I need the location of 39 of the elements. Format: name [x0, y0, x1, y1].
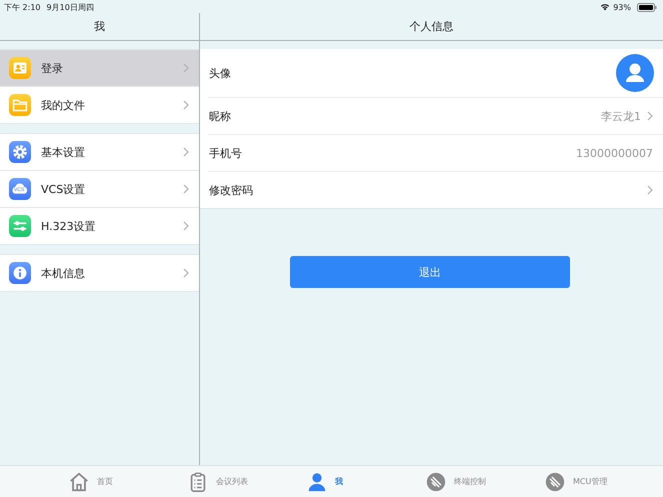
- status-date: 9月10日周四: [46, 2, 94, 12]
- chevron-icon: [647, 185, 653, 195]
- sidebar-item-label: VCS设置: [41, 182, 86, 196]
- sidebar-item-label: 我的文件: [41, 98, 86, 112]
- row-label: 手机号: [209, 146, 242, 160]
- row-label: 修改密码: [209, 182, 253, 198]
- chevron-icon: [183, 100, 189, 110]
- chevron-icon: [183, 184, 189, 194]
- chevron-icon: [183, 221, 189, 231]
- sidebar-item[interactable]: 登录: [0, 50, 199, 86]
- row-label: 昵称: [209, 108, 231, 124]
- folder-icon: [9, 94, 31, 116]
- row-value: 李云龙1: [601, 108, 641, 124]
- wifi-icon: [600, 3, 610, 11]
- row-value: 13000000007: [576, 146, 653, 160]
- chevron-icon: [183, 268, 189, 278]
- logout-button[interactable]: 退出: [290, 256, 570, 288]
- status-time: 下午 2:10: [4, 2, 41, 12]
- sidebar-item-label: 登录: [41, 60, 64, 76]
- tab-item[interactable]: 我: [306, 466, 425, 497]
- row-label: 头像: [209, 66, 231, 80]
- avatar-icon[interactable]: [616, 54, 654, 92]
- chevron-icon: [183, 63, 189, 73]
- person-icon: [306, 470, 328, 492]
- chevron-icon: [647, 111, 653, 121]
- sliders-icon: [9, 215, 31, 237]
- home-icon: [68, 470, 90, 492]
- battery-icon: [637, 2, 657, 12]
- info-icon: [9, 262, 31, 284]
- gear-icon: [9, 141, 31, 163]
- login-icon: [9, 57, 31, 79]
- cloud-icon: [9, 178, 31, 200]
- sidebar-item-label: H.323设置: [41, 218, 97, 234]
- page-title: 个人信息: [410, 19, 454, 34]
- sidebar-item-label: 本机信息: [41, 266, 86, 280]
- chevron-icon: [183, 147, 189, 157]
- battery-percent: 93%: [613, 2, 631, 12]
- sidebar-item-label: 基本设置: [41, 144, 86, 160]
- sidebar-title: 我: [94, 19, 105, 34]
